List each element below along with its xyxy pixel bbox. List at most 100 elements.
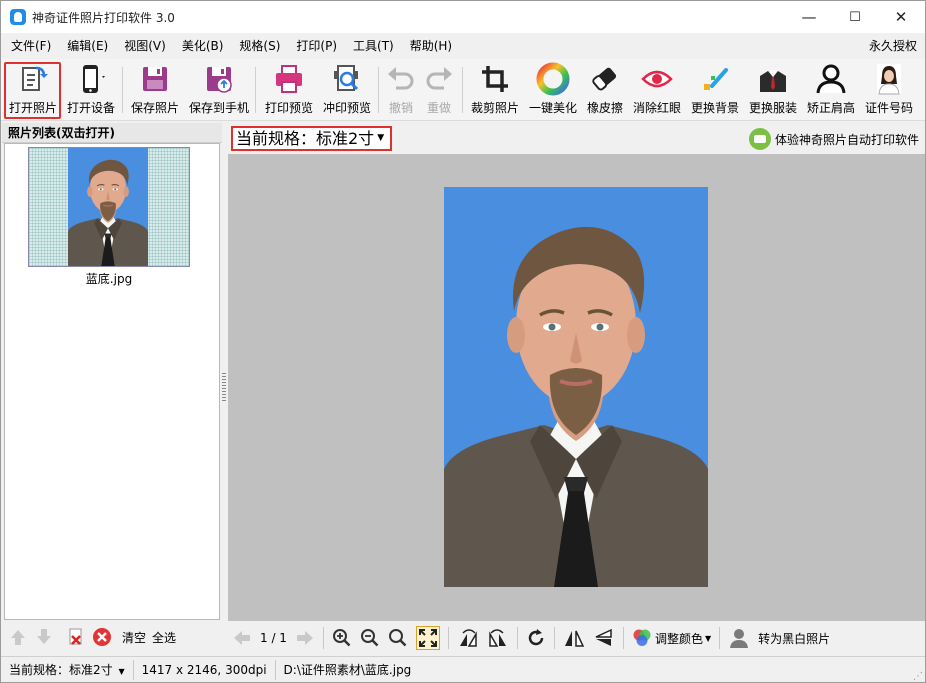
shoulder-icon bbox=[816, 64, 846, 94]
id-portrait-icon bbox=[877, 64, 901, 95]
status-bar: 当前规格：标准2寸 ▼ 1417 x 2146, 300dpi D:\证件照素材… bbox=[1, 656, 925, 682]
adjust-color-button[interactable]: 调整颜色 ▼ bbox=[632, 628, 711, 648]
zoom-out-button[interactable] bbox=[360, 628, 380, 648]
print-preview-button[interactable]: 打印预览 bbox=[261, 62, 317, 118]
crop-photo-label: 裁剪照片 bbox=[470, 101, 519, 115]
save-to-phone-button[interactable]: 保存到手机 bbox=[187, 62, 251, 118]
toolbar-separator bbox=[322, 627, 324, 649]
fit-window-button[interactable] bbox=[415, 626, 440, 650]
save-to-phone-icon bbox=[207, 67, 232, 93]
rotate-left-button[interactable] bbox=[457, 628, 479, 648]
eraser-button[interactable]: 橡皮擦 bbox=[583, 62, 627, 118]
beautify-button[interactable]: 一键美化 bbox=[525, 62, 581, 118]
menu-beautify[interactable]: 美化(B) bbox=[174, 33, 232, 59]
remove-button[interactable] bbox=[92, 627, 112, 647]
status-spec[interactable]: 当前规格：标准2寸 ▼ bbox=[1, 660, 134, 680]
spec-bar: 当前规格：标准2寸 ▼ 体验神奇照片自动打印软件 bbox=[227, 123, 925, 153]
crop-icon bbox=[482, 66, 508, 92]
thumbnail-image bbox=[68, 148, 148, 266]
photo-canvas[interactable] bbox=[228, 154, 925, 621]
close-button[interactable]: ✕ bbox=[878, 1, 924, 33]
rotate-left-icon bbox=[459, 629, 477, 647]
actual-size-button[interactable] bbox=[388, 628, 408, 648]
move-down-button[interactable] bbox=[34, 627, 54, 647]
fix-shoulder-button[interactable]: 矫正肩高 bbox=[803, 62, 859, 118]
zoom-in-icon bbox=[332, 629, 351, 647]
undo-icon bbox=[388, 67, 414, 90]
chevron-down-icon: ▼ bbox=[377, 133, 385, 143]
red-eye-button[interactable]: 消除红眼 bbox=[629, 62, 685, 118]
develop-preview-button[interactable]: 冲印预览 bbox=[319, 62, 375, 118]
select-all-button[interactable]: 全选 bbox=[152, 629, 176, 646]
delete-file-button[interactable] bbox=[66, 627, 86, 647]
zoom-out-icon bbox=[360, 629, 379, 647]
open-photo-label: 打开照片 bbox=[8, 101, 57, 115]
undo-button[interactable]: 撤销 bbox=[382, 62, 420, 118]
zoom-in-button[interactable] bbox=[332, 628, 352, 648]
eye-icon bbox=[641, 70, 673, 88]
menu-print[interactable]: 打印(P) bbox=[288, 33, 345, 59]
print-preview-label: 打印预览 bbox=[264, 101, 313, 115]
prev-page-button[interactable] bbox=[232, 629, 252, 647]
minimize-button[interactable]: — bbox=[786, 1, 832, 33]
clear-button[interactable]: 清空 bbox=[122, 629, 146, 646]
rgb-circles-icon bbox=[633, 629, 651, 646]
phone-icon bbox=[83, 65, 105, 93]
develop-preview-label: 冲印预览 bbox=[322, 101, 371, 115]
id-number-button[interactable]: 证件号码 bbox=[861, 62, 917, 118]
to-black-white-button[interactable]: 转为黑白照片 bbox=[728, 627, 830, 649]
rotate-right-icon bbox=[489, 629, 506, 647]
move-up-button[interactable] bbox=[8, 627, 28, 647]
redo-button[interactable]: 重做 bbox=[420, 62, 458, 118]
menu-file[interactable]: 文件(F) bbox=[3, 33, 59, 59]
rotate-right-button[interactable] bbox=[487, 628, 509, 648]
printer-icon bbox=[276, 65, 302, 93]
toolbar-separator bbox=[553, 627, 555, 649]
eraser-icon bbox=[592, 67, 617, 91]
menu-help[interactable]: 帮助(H) bbox=[402, 33, 460, 59]
save-photo-label: 保存照片 bbox=[130, 101, 179, 115]
photo-list-panel: 照片列表(双击打开) 蓝底.jpg 清空 全选 bbox=[2, 123, 222, 654]
spec-select[interactable]: 当前规格：标准2寸 ▼ bbox=[231, 126, 393, 151]
license-link[interactable]: 永久授权 bbox=[869, 33, 917, 59]
menu-view[interactable]: 视图(V) bbox=[116, 33, 174, 59]
open-photo-icon bbox=[22, 66, 48, 91]
resize-grip-icon[interactable]: ⋰ bbox=[913, 671, 923, 682]
photo-list-actions: 清空 全选 bbox=[2, 622, 222, 652]
arrow-up-icon bbox=[11, 630, 25, 645]
photo-thumbnail[interactable] bbox=[28, 147, 190, 267]
toolbar: 打开照片 打开设备 保存照片 保存到手机 打印预览 冲印预览 撤销 重做 裁剪照… bbox=[1, 59, 925, 121]
toolbar-separator bbox=[255, 67, 256, 113]
flip-vertical-icon bbox=[595, 628, 612, 646]
id-photo[interactable] bbox=[444, 187, 708, 587]
panel-splitter[interactable] bbox=[222, 371, 226, 401]
crop-photo-button[interactable]: 裁剪照片 bbox=[467, 62, 523, 118]
flip-horizontal-icon bbox=[564, 630, 585, 647]
close-circle-icon bbox=[93, 628, 111, 646]
promo-link[interactable]: 体验神奇照片自动打印软件 bbox=[748, 128, 919, 150]
color-wheel-icon bbox=[536, 62, 570, 96]
app-window: 神奇证件照片打印软件 3.0 — ☐ ✕ 文件(F) 编辑(E) 视图(V) 美… bbox=[0, 0, 926, 683]
next-page-button[interactable] bbox=[295, 629, 315, 647]
change-background-button[interactable]: 更换背景 bbox=[687, 62, 743, 118]
menu-edit[interactable]: 编辑(E) bbox=[59, 33, 116, 59]
flip-horizontal-button[interactable] bbox=[563, 628, 585, 648]
menu-spec[interactable]: 规格(S) bbox=[231, 33, 288, 59]
brush-icon bbox=[704, 68, 728, 90]
redo-label: 重做 bbox=[426, 101, 451, 115]
photo-list[interactable]: 蓝底.jpg bbox=[4, 143, 220, 620]
maximize-button[interactable]: ☐ bbox=[832, 1, 878, 33]
status-spec-label: 当前规格：标准2寸 bbox=[9, 663, 113, 677]
title-bar: 神奇证件照片打印软件 3.0 — ☐ ✕ bbox=[1, 1, 925, 33]
menu-tools[interactable]: 工具(T) bbox=[345, 33, 402, 59]
open-device-button[interactable]: 打开设备 bbox=[64, 62, 118, 118]
toolbar-separator bbox=[447, 627, 449, 649]
flip-vertical-button[interactable] bbox=[593, 628, 615, 648]
chevron-down-icon: ▼ bbox=[118, 667, 125, 676]
open-photo-button[interactable]: 打开照片 bbox=[6, 62, 60, 118]
menu-bar: 文件(F) 编辑(E) 视图(V) 美化(B) 规格(S) 打印(P) 工具(T… bbox=[1, 33, 925, 59]
change-clothes-button[interactable]: 更换服装 bbox=[745, 62, 801, 118]
refresh-button[interactable] bbox=[526, 628, 546, 648]
undo-label: 撤销 bbox=[388, 101, 413, 115]
save-photo-button[interactable]: 保存照片 bbox=[127, 62, 183, 118]
